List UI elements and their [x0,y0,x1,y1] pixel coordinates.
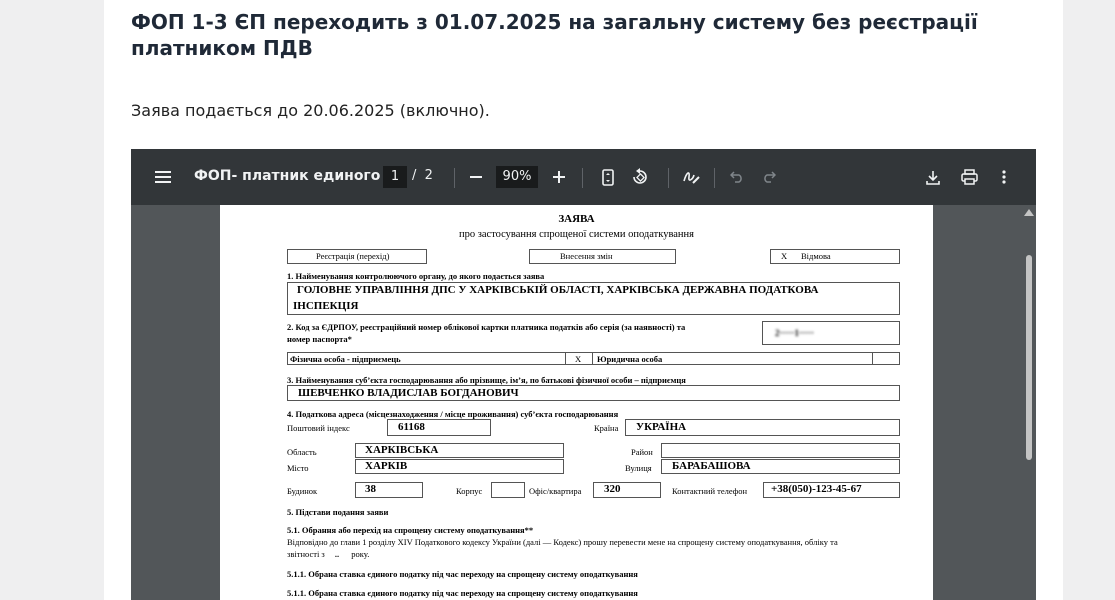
city-label: Місто [287,463,309,473]
article-lead: Заява подається до 20.06.2025 (включно). [131,101,490,120]
option-refusal-box [770,249,900,264]
form-title: ЗАЯВА [558,213,595,225]
block-box [491,482,525,498]
option-registration-label: Реєстрація (перехід) [316,251,390,261]
redo-icon[interactable] [759,149,779,205]
pdf-scrollbar[interactable] [1022,205,1036,600]
pdf-toolbar: ФОП- платник единого ... 1 / 2 90% [131,149,1036,205]
pdf-viewer[interactable]: ФОП- платник единого ... 1 / 2 90% ЗАЯВА… [131,149,1036,600]
section-5-1-1-label-repeat: 5.1.1. Обрана ставка єдиного податку під… [287,588,638,598]
section-5-1-from-label: звітності з [287,549,325,559]
section-3-value: ШЕВЧЕНКО ВЛАДИСЛАВ БОГДАНОВИЧ [298,387,519,399]
block-label: Корпус [456,486,483,496]
scroll-up-arrow-icon[interactable] [1024,209,1034,216]
section-5-1-text-line1: Відповідно до глави 1 розділу XIV Податк… [287,537,838,547]
section-3-label: 3. Найменування суб’єкта господарювання … [287,375,686,385]
street-label: Вулиця [625,463,652,473]
section-1-label: 1. Найменування контролюючого органу, до… [287,271,545,281]
district-label: Район [631,447,653,457]
phone-value: +38(050)-123-45-67 [771,483,862,495]
building-label: Будинок [287,486,318,496]
phone-label: Контактний телефон [672,486,748,496]
menu-icon[interactable] [151,149,175,205]
section-5-1-1-label: 5.1.1. Обрана ставка єдиного податку під… [287,569,638,579]
zoom-level-input[interactable]: 90% [496,166,538,188]
office-label: Офіс/квартира [529,486,582,496]
section-1-value-line2: ІНСПЕКЦІЯ [293,300,359,312]
scroll-thumb[interactable] [1026,255,1032,460]
undo-icon[interactable] [727,149,747,205]
building-value: 38 [365,483,376,495]
postal-code-value: 61168 [398,421,425,433]
person-type-legal: Юридична особа [597,354,663,364]
toolbar-divider [714,168,715,188]
region-value: ХАРКІВСЬКА [365,444,439,456]
district-box [661,443,900,458]
total-pages: 2 [424,168,433,183]
section-2-label-line2: номер паспорта* [287,334,352,344]
toolbar-divider [454,168,455,188]
section-2-label-line1: 2. Код за ЄДРПОУ, реєстраційний номер об… [287,322,686,332]
zoom-in-icon[interactable] [549,149,569,205]
page-separator: / [412,168,417,183]
city-value: ХАРКІВ [365,460,408,472]
option-refusal-label: Відмова [801,251,831,261]
section-2-value-blurred: 2·····1····· [775,328,815,338]
option-refusal-mark: Х [781,251,788,261]
person-type-mark: Х [575,354,582,364]
more-icon[interactable] [997,149,1011,205]
option-changes-label: Внесення змін [560,251,613,261]
person-type-individual: Фізична особа - підприємець [290,354,401,364]
form-subtitle: про застосування спрощеної системи опода… [458,229,695,240]
fit-page-icon[interactable] [598,149,618,205]
office-value: 320 [604,483,621,495]
section-5-1-year: року. [351,549,370,559]
section-1-value-line1: ГОЛОВНЕ УПРАВЛІННЯ ДПС У ХАРКІВСЬКІЙ ОБЛ… [297,284,819,296]
postal-code-label: Поштовий індекс [287,423,350,433]
region-label: Область [287,447,317,457]
section-5-1-dots: .. [334,549,340,559]
print-icon[interactable] [958,149,980,205]
page-number-input[interactable]: 1 [383,166,407,188]
page-total: / 2 [412,168,433,183]
pdf-page: ЗАЯВА про застосування спрощеної системи… [220,205,933,600]
toolbar-divider [668,168,669,188]
section-5-label: 5. Підстави подання заяви [287,507,389,517]
toolbar-divider [582,168,583,188]
annotate-icon[interactable] [681,149,701,205]
section-5-1-label: 5.1. Обрання або перехід на спрощену сис… [287,525,534,535]
country-value: УКРАЇНА [636,421,687,433]
article-heading: ФОП 1-3 ЄП переходить з 01.07.2025 на за… [131,10,978,60]
document-title: ФОП- платник единого ... [194,168,402,184]
section-5-1-text-line2: звітності з .. року. [287,549,369,559]
rotate-icon[interactable] [629,149,651,205]
zoom-out-icon[interactable] [466,149,486,205]
person-type-legal-cell [872,352,900,365]
street-value: БАРАБАШОВА [672,460,751,472]
country-label: Країна [594,423,619,433]
section-4-label: 4. Податкова адреса (місцезнаходження / … [287,409,619,419]
download-icon[interactable] [923,149,943,205]
